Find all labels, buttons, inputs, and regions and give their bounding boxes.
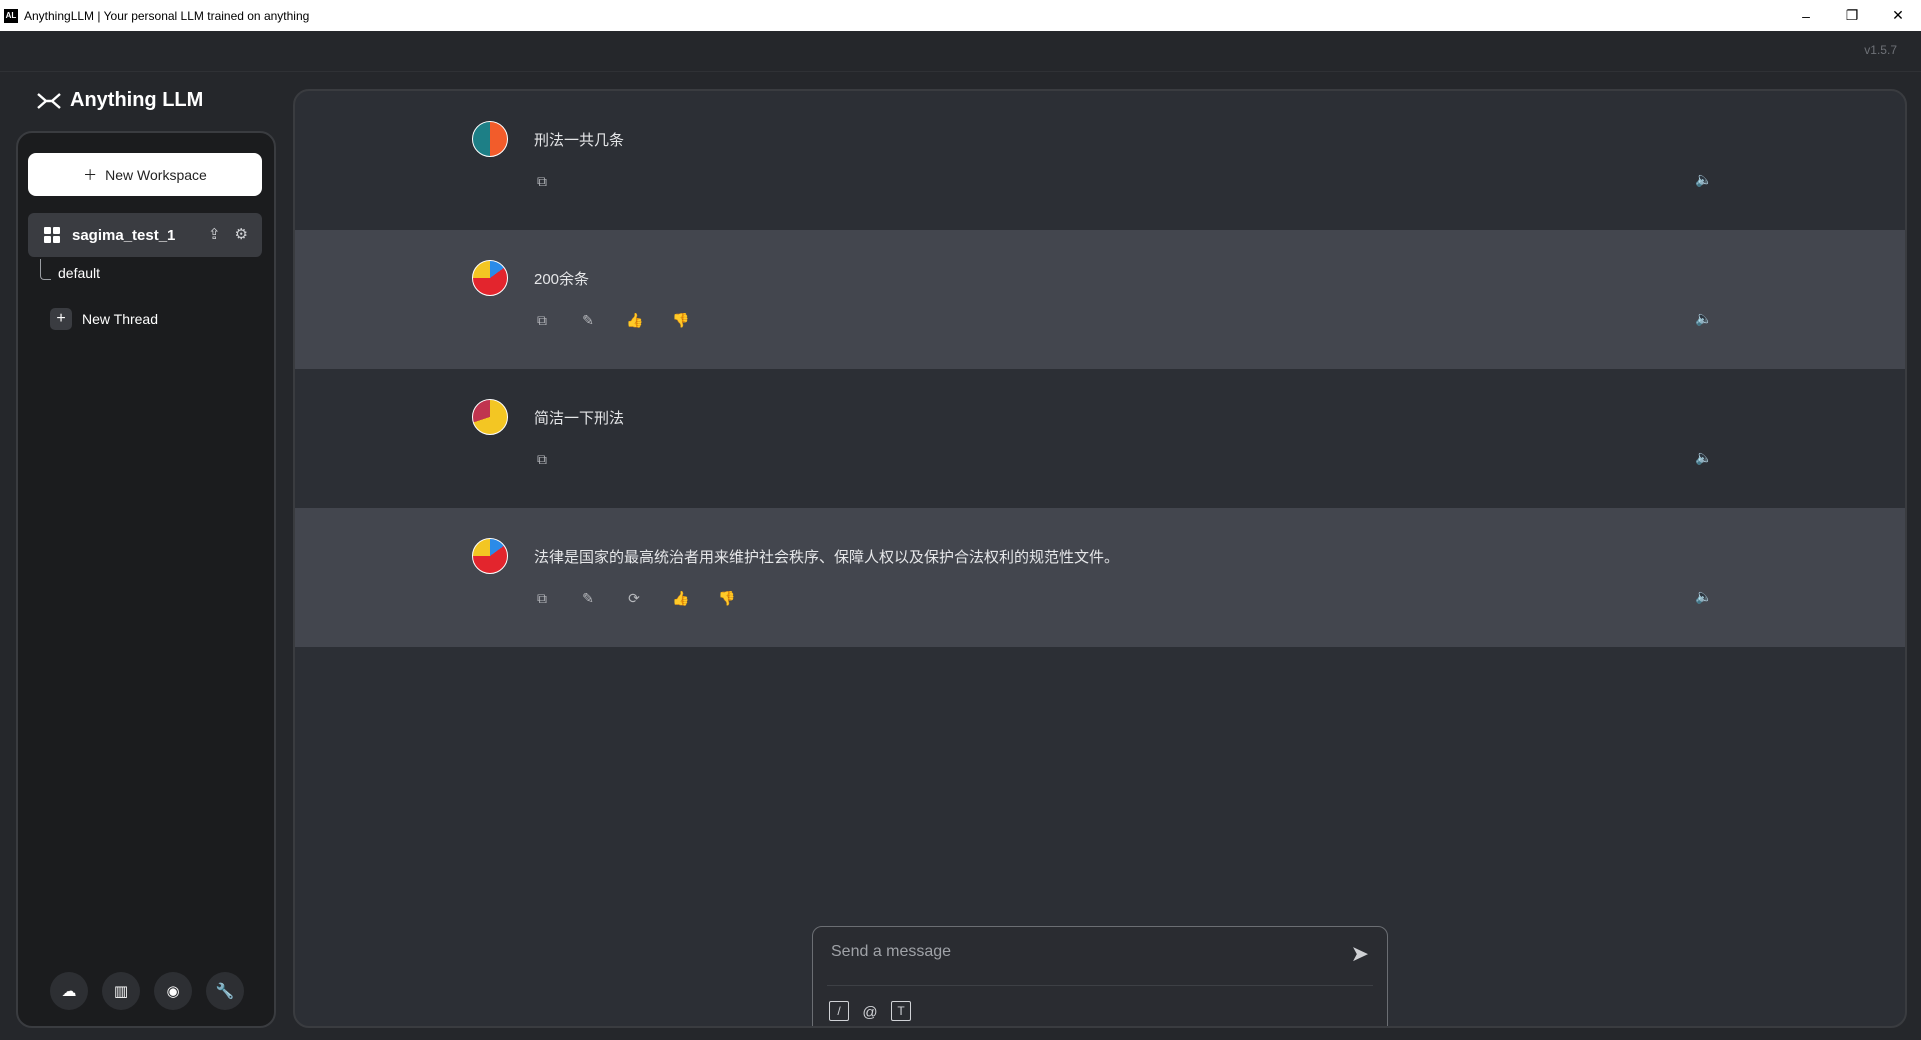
regenerate-icon[interactable]: ⟳ [626, 590, 642, 607]
text-format-icon[interactable]: T [891, 1001, 911, 1021]
speaker-icon[interactable]: 🔈 [1695, 588, 1712, 605]
copy-icon[interactable]: ⧉ [534, 173, 550, 190]
sidebar-footer: ☁ ▥ ◉ 🔧 [50, 972, 244, 1010]
logo-icon [37, 92, 61, 109]
speaker-icon[interactable]: 🔈 [1695, 171, 1712, 188]
message-input[interactable] [829, 937, 1313, 967]
message-text: 200余条 [534, 271, 590, 288]
sidebar: ＋ New Workspace sagima_test_1 ⇪ ⚙ defaul… [16, 131, 276, 1028]
message-text: 刑法一共几条 [534, 132, 625, 149]
gear-icon[interactable]: ⚙ [235, 225, 248, 243]
composer-divider [827, 985, 1373, 986]
workspace-name: sagima_test_1 [72, 226, 176, 244]
copy-icon[interactable]: ⧉ [534, 590, 550, 607]
chat-message-assistant: 法律是国家的最高统治者用来维护社会秩序、保障人权以及保护合法权利的规范性文件。 … [295, 508, 1905, 647]
slash-command-icon[interactable]: / [829, 1001, 849, 1021]
user-avatar [472, 399, 508, 435]
new-thread-label: New Thread [82, 311, 159, 327]
new-thread-button[interactable]: + New Thread [50, 308, 158, 330]
app-logo: Anything LLM [36, 89, 203, 112]
edit-icon[interactable]: ✎ [580, 590, 596, 607]
window-title: AnythingLLM | Your personal LLM trained … [24, 8, 310, 23]
thumbs-up-icon[interactable]: 👍 [672, 590, 689, 607]
chat-panel: 刑法一共几条 ⧉ 🔈 200余条 ⧉ ✎ 👍 👎 🔈 简洁一下刑法 ⧉ 🔈 法律… [293, 89, 1907, 1028]
speaker-icon[interactable]: 🔈 [1695, 449, 1712, 466]
edit-icon[interactable]: ✎ [580, 312, 596, 329]
docs-book-icon[interactable]: ▥ [102, 972, 140, 1010]
app-icon: AL [4, 8, 18, 23]
app-window: v1.5.7 Anything LLM ＋ New Workspace sagi… [0, 31, 1921, 1040]
thumbs-down-icon[interactable]: 👎 [718, 590, 735, 607]
at-mention-icon[interactable]: @ [859, 1001, 881, 1023]
copy-icon[interactable]: ⧉ [534, 312, 550, 329]
window-titlebar: AL AnythingLLM | Your personal LLM train… [0, 0, 1921, 32]
thread-connector [40, 259, 51, 280]
workspace-grid-icon [44, 227, 60, 243]
upload-icon[interactable]: ⇪ [208, 225, 221, 243]
message-text: 法律是国家的最高统治者用来维护社会秩序、保障人权以及保护合法权利的规范性文件。 [534, 549, 1120, 566]
community-hub-icon[interactable]: ☁ [50, 972, 88, 1010]
user-avatar [472, 121, 508, 157]
speaker-icon[interactable]: 🔈 [1695, 310, 1712, 327]
top-strip: v1.5.7 [0, 31, 1921, 72]
logo-text: Anything LLM [70, 89, 204, 111]
thread-item-default[interactable]: default [58, 265, 100, 281]
new-workspace-button[interactable]: ＋ New Workspace [28, 153, 262, 196]
message-text: 简洁一下刑法 [534, 410, 625, 427]
minimize-button[interactable]: – [1783, 0, 1829, 31]
settings-wrench-icon[interactable]: 🔧 [206, 972, 244, 1010]
thumbs-down-icon[interactable]: 👎 [672, 312, 689, 329]
chat-message-user: 刑法一共几条 ⧉ 🔈 [295, 91, 1905, 230]
chat-message-user: 简洁一下刑法 ⧉ 🔈 [295, 369, 1905, 508]
version-label: v1.5.7 [1864, 43, 1897, 57]
message-composer: ➤ / @ T [812, 926, 1388, 1026]
restore-button[interactable]: ❐ [1829, 0, 1875, 31]
close-button[interactable]: ✕ [1875, 0, 1921, 31]
new-workspace-label: New Workspace [105, 166, 207, 183]
send-icon[interactable]: ➤ [1351, 941, 1369, 967]
workspace-item[interactable]: sagima_test_1 ⇪ ⚙ [28, 213, 262, 257]
assistant-avatar [472, 538, 508, 574]
discord-icon[interactable]: ◉ [154, 972, 192, 1010]
copy-icon[interactable]: ⧉ [534, 451, 550, 468]
plus-icon: ＋ [83, 166, 98, 183]
thumbs-up-icon[interactable]: 👍 [626, 312, 643, 329]
chat-message-assistant: 200余条 ⧉ ✎ 👍 👎 🔈 [295, 230, 1905, 369]
plus-icon: + [50, 308, 72, 330]
assistant-avatar [472, 260, 508, 296]
